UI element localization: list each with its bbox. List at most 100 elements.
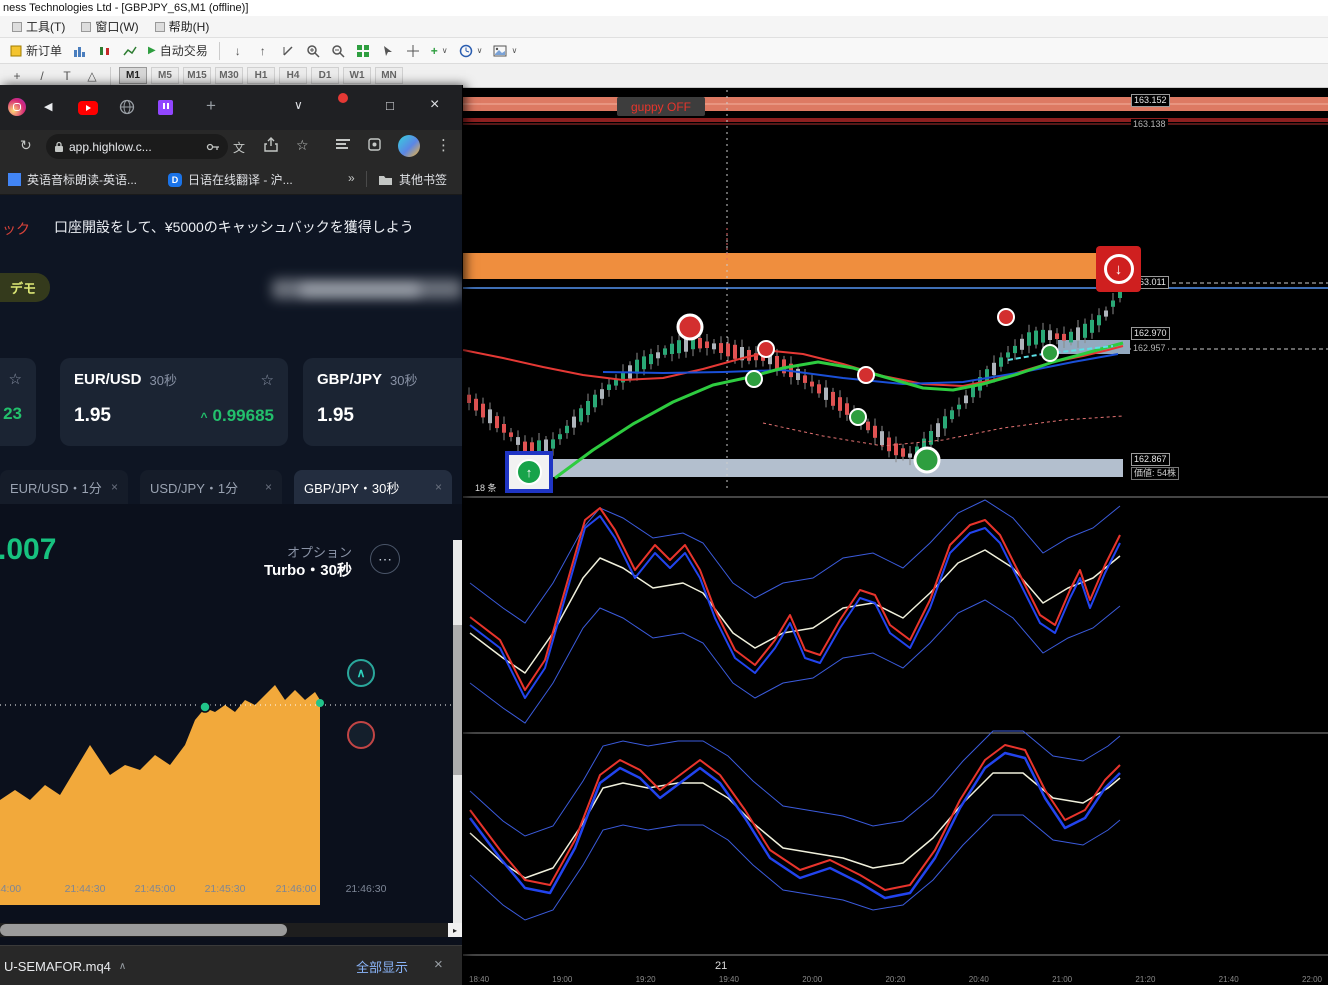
- bookmark-item[interactable]: 英语音标朗读-英语...: [8, 171, 137, 188]
- share-icon[interactable]: [264, 137, 278, 152]
- add-indicator-button[interactable]: + ∨: [427, 41, 452, 61]
- translate-icon[interactable]: 文: [233, 139, 245, 156]
- cross-tool-button[interactable]: +: [6, 66, 28, 86]
- menu-window[interactable]: 窗口(W): [75, 16, 144, 37]
- scroll-up-button[interactable]: ∧: [347, 659, 375, 687]
- reading-list-icon[interactable]: [336, 138, 350, 150]
- time-tick: 21:45:00: [134, 883, 176, 895]
- bookmark-star-icon[interactable]: ☆: [296, 137, 309, 154]
- close-tab-icon[interactable]: ×: [427, 480, 442, 494]
- favorite-star-icon[interactable]: ☆: [9, 370, 22, 388]
- trendline-tool-button[interactable]: /: [31, 66, 53, 86]
- close-shelf-button[interactable]: ×: [434, 956, 443, 973]
- mt4-menu-bar: 工具(T) 窗口(W) 帮助(H): [0, 16, 1328, 38]
- cursor-tool-button[interactable]: [377, 41, 399, 61]
- time-tick: 44:00: [0, 883, 22, 895]
- trendline-icon: /: [40, 68, 44, 83]
- audio-tab-icon[interactable]: ◀: [44, 100, 52, 113]
- instrument-card-eurusd[interactable]: EUR/USD 30秒 ☆ 1.95 ^ 0.99685: [60, 358, 288, 446]
- chart-tab-usdjpy[interactable]: USD/JPY・1分 ×: [140, 470, 282, 504]
- scroll-right-button[interactable]: ▸: [448, 923, 462, 937]
- chart-tab-eurusd[interactable]: EUR/USD・1分 ×: [0, 470, 128, 504]
- zoom-out-button[interactable]: [327, 41, 349, 61]
- new-tab-button[interactable]: +: [206, 96, 216, 116]
- globe-tab-icon[interactable]: [119, 99, 135, 115]
- period-button[interactable]: ∨: [455, 41, 487, 61]
- scroll-down-button[interactable]: [347, 721, 375, 749]
- timeframe-m1[interactable]: M1: [119, 67, 147, 84]
- line-chart-button[interactable]: [119, 41, 141, 61]
- timeframe-h4[interactable]: H4: [279, 67, 307, 84]
- close-window-button[interactable]: ×: [430, 96, 439, 114]
- browser-menu-kebab-icon[interactable]: ⋮: [436, 136, 451, 154]
- bookmarks-overflow-chevron[interactable]: »: [348, 171, 355, 185]
- instagram-tab-icon[interactable]: [8, 98, 26, 116]
- youtube-tab-icon[interactable]: [78, 101, 98, 115]
- time-tick: 20:00: [802, 975, 823, 984]
- new-order-button[interactable]: 新订单: [6, 41, 66, 61]
- download-expand-chevron-icon[interactable]: ∧: [119, 961, 126, 972]
- timeframe-m5[interactable]: M5: [151, 67, 179, 84]
- other-bookmarks-folder[interactable]: 其他书签: [378, 171, 447, 188]
- time-tick: 21:46:30: [345, 883, 387, 895]
- scale-tool-button[interactable]: [277, 41, 299, 61]
- downloaded-file-button[interactable]: U-SEMAFOR.mq4 ∧: [4, 954, 126, 978]
- tab-search-chevron-icon[interactable]: ∨: [294, 98, 303, 112]
- chart-tab-gbpjpy[interactable]: GBP/JPY・30秒 ×: [294, 470, 452, 504]
- mt4-chart-area[interactable]: guppy OFF 163.152 163.138 163.011 162.97…: [463, 88, 1328, 985]
- guppy-indicator-label[interactable]: guppy OFF: [617, 97, 705, 116]
- menu-tools[interactable]: 工具(T): [6, 16, 71, 37]
- axis-hour-label: 21: [715, 960, 728, 972]
- reload-button[interactable]: ↻: [20, 137, 32, 154]
- horizontal-scrollbar[interactable]: [0, 923, 448, 937]
- maximize-button[interactable]: □: [386, 98, 394, 113]
- scrollbar-thumb[interactable]: [0, 924, 287, 936]
- dropdown-chevron-icon: ∨: [476, 46, 483, 55]
- instrument-card-partial[interactable]: ☆ 23: [0, 358, 36, 446]
- card-payout: 1.95: [74, 405, 111, 426]
- timeframe-mn[interactable]: MN: [375, 67, 403, 84]
- tile-windows-icon: [356, 44, 369, 57]
- auto-trading-button[interactable]: ▶ 自动交易: [144, 41, 212, 61]
- menu-help[interactable]: 帮助(H): [149, 16, 216, 37]
- shape-tool-button[interactable]: △: [81, 66, 103, 86]
- url-omnibox[interactable]: app.highlow.c...: [46, 134, 228, 159]
- favorite-star-icon[interactable]: ☆: [261, 371, 274, 389]
- time-tick: 19:20: [635, 975, 656, 984]
- more-options-button[interactable]: ⋯: [370, 544, 400, 574]
- timeframe-d1[interactable]: D1: [311, 67, 339, 84]
- chart-bars-button[interactable]: [69, 41, 91, 61]
- right-arrow-icon: ▸: [452, 925, 457, 935]
- scrollbar-thumb[interactable]: [453, 625, 462, 775]
- time-tick: 20:20: [885, 975, 906, 984]
- option-type-label: Turbo・30秒: [263, 562, 352, 579]
- close-tab-icon[interactable]: ×: [257, 480, 272, 494]
- timeframe-m30[interactable]: M30: [215, 67, 243, 84]
- text-tool-button[interactable]: T: [56, 66, 78, 86]
- blurred-account-info: [300, 285, 420, 295]
- price-area-chart[interactable]: [0, 625, 462, 910]
- instrument-card-gbpjpy[interactable]: GBP/JPY 30秒 1.95 ^16: [303, 358, 462, 446]
- timeframe-w1[interactable]: W1: [343, 67, 371, 84]
- price-label: 162.957: [1131, 343, 1168, 354]
- extension-icon[interactable]: [368, 138, 381, 151]
- arrow-up-tool-button[interactable]: ↑: [252, 41, 274, 61]
- price-label: 163.152: [1131, 94, 1170, 107]
- arrow-down-tool-button[interactable]: ↓: [227, 41, 249, 61]
- password-key-icon[interactable]: [206, 141, 220, 153]
- tile-windows-button[interactable]: [352, 41, 374, 61]
- timeframe-h1[interactable]: H1: [247, 67, 275, 84]
- bookmarks-bar: 英语音标朗读-英语... D 日语在线翻译 - 沪... » 其他书签: [0, 163, 462, 195]
- candle-chart-button[interactable]: [94, 41, 116, 61]
- bookmark-item[interactable]: D 日语在线翻译 - 沪...: [168, 171, 293, 188]
- profile-avatar[interactable]: [398, 135, 420, 157]
- zoom-in-button[interactable]: [302, 41, 324, 61]
- vertical-scrollbar[interactable]: [453, 540, 462, 923]
- show-all-downloads-button[interactable]: 全部显示: [356, 957, 408, 976]
- arrow-down-tool-icon: ↓: [234, 43, 241, 58]
- crosshair-tool-button[interactable]: [402, 41, 424, 61]
- template-button[interactable]: ∨: [489, 41, 521, 61]
- timeframe-m15[interactable]: M15: [183, 67, 211, 84]
- twitch-tab-icon[interactable]: [158, 100, 173, 115]
- close-tab-icon[interactable]: ×: [103, 480, 118, 494]
